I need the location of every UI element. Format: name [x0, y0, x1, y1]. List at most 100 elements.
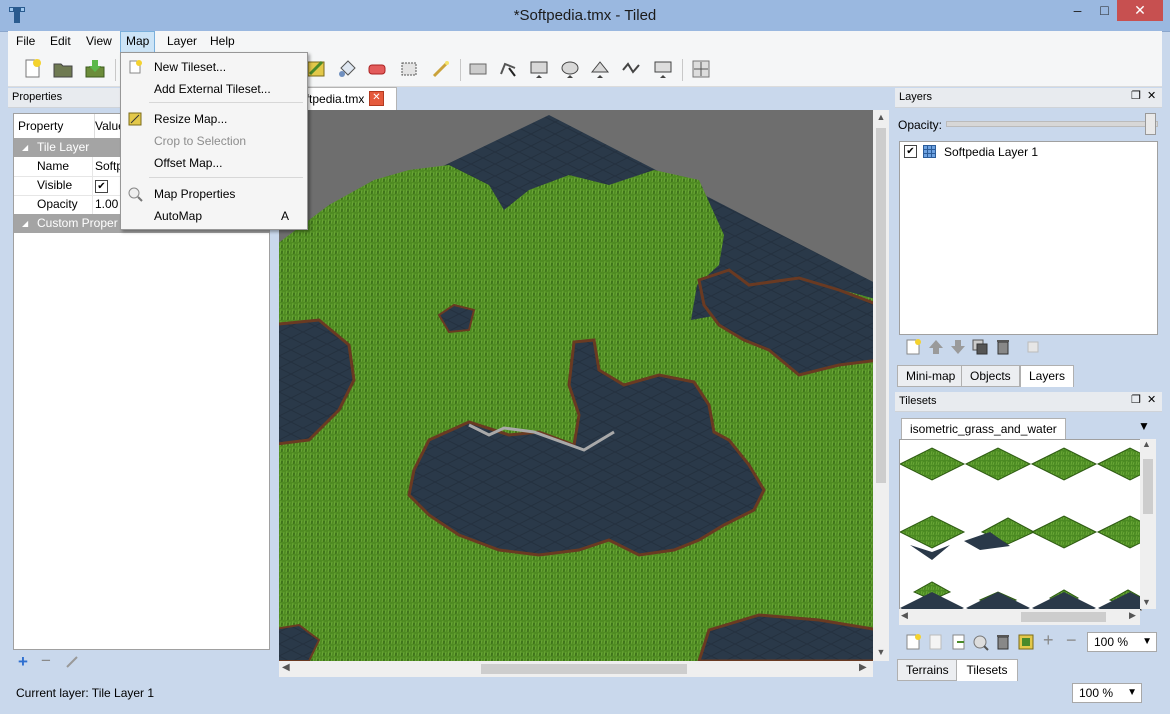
layers-header: Layers ❐ ✕	[895, 88, 1162, 108]
layer-visible-checkbox[interactable]: ✔	[904, 145, 917, 158]
new-file-icon[interactable]	[22, 58, 44, 80]
tileset-properties-icon[interactable]	[971, 633, 989, 651]
title-bar: *Softpedia.tmx - Tiled – □ ✕	[0, 0, 1170, 32]
properties-toolbar: + −	[8, 650, 275, 674]
insert-polyline-icon[interactable]	[620, 58, 642, 80]
rename-property-icon[interactable]	[65, 655, 79, 669]
visible-checkbox[interactable]: ✔	[95, 180, 108, 193]
tileset-horizontal-scrollbar[interactable]: ◀ ▶	[899, 609, 1140, 625]
tile-layer-icon	[923, 145, 936, 158]
tilesets-title: Tilesets	[899, 395, 937, 407]
tab-tilesets[interactable]: Tilesets	[956, 659, 1018, 681]
tileset-zoom-select[interactable]: 100 % ▼	[1087, 632, 1157, 652]
layers-float-icon[interactable]: ❐	[1131, 89, 1141, 102]
tileset-list-dropdown-icon[interactable]: ▼	[1138, 419, 1150, 433]
close-button[interactable]: ✕	[1117, 0, 1163, 21]
magic-wand-icon[interactable]	[430, 58, 452, 80]
edit-polygons-icon[interactable]	[497, 58, 519, 80]
status-bar: Current layer: Tile Layer 1	[8, 680, 888, 708]
save-icon[interactable]	[84, 58, 106, 80]
tileset-tiles	[900, 447, 1141, 610]
layers-close-icon[interactable]: ✕	[1147, 89, 1156, 102]
add-property-icon[interactable]: +	[18, 652, 28, 672]
tab-layers[interactable]: Layers	[1020, 365, 1075, 387]
insert-ellipse-icon[interactable]	[559, 58, 581, 80]
eraser-icon[interactable]	[366, 58, 388, 80]
delete-layer-icon[interactable]	[994, 338, 1012, 356]
layer-properties-icon[interactable]	[1024, 338, 1042, 356]
add-layer-icon[interactable]	[904, 338, 922, 356]
menu-item-add-external-tileset[interactable]: Add External Tileset...	[121, 78, 307, 100]
open-folder-icon[interactable]	[52, 58, 74, 80]
zoom-out-icon[interactable]: −	[1066, 630, 1077, 651]
minimize-button[interactable]: –	[1064, 0, 1091, 21]
menu-item-map-properties[interactable]: Map Properties	[121, 183, 307, 205]
vertical-scroll-thumb[interactable]	[876, 128, 886, 483]
insert-rectangle-icon[interactable]	[528, 58, 550, 80]
select-objects-icon[interactable]	[467, 58, 489, 80]
col-property[interactable]: Property	[18, 114, 63, 138]
menu-file[interactable]: File	[11, 31, 40, 52]
opacity-slider-track[interactable]	[946, 121, 1158, 127]
layer-name: Softpedia Layer 1	[944, 145, 1039, 159]
menu-bar: File Edit View Map Layer Help	[8, 31, 1162, 54]
new-tileset-icon[interactable]	[904, 633, 922, 651]
layers-title: Layers	[899, 91, 933, 103]
tilesets-close-icon[interactable]: ✕	[1147, 393, 1156, 406]
center-view-icon[interactable]	[690, 58, 712, 80]
map-vertical-scrollbar[interactable]: ▲ ▼	[873, 110, 889, 661]
layer-row[interactable]: ✔ Softpedia Layer 1	[900, 142, 1157, 162]
menu-item-resize-map[interactable]: Resize Map...	[121, 108, 307, 130]
menu-item-offset-map[interactable]: Offset Map...	[121, 152, 307, 174]
opacity-label: Opacity:	[898, 118, 943, 132]
menu-map[interactable]: Map	[120, 31, 156, 54]
menu-edit[interactable]: Edit	[45, 31, 76, 52]
menu-item-automap[interactable]: AutoMap A	[121, 205, 307, 227]
menu-item-new-tileset[interactable]: New Tileset...	[121, 56, 307, 78]
map-menu-dropdown: New Tileset... Add External Tileset... R…	[120, 52, 308, 230]
current-layer-status: Current layer: Tile Layer 1	[16, 686, 155, 700]
export-tileset-icon[interactable]	[949, 633, 967, 651]
menu-layer[interactable]: Layer	[162, 31, 202, 52]
bucket-fill-icon[interactable]	[336, 58, 358, 80]
new-tileset-icon	[129, 60, 142, 74]
lower-layer-icon[interactable]	[949, 338, 967, 356]
window-title: *Softpedia.tmx - Tiled	[513, 7, 657, 24]
tileset-vertical-scrollbar[interactable]: ▲ ▼	[1140, 439, 1156, 609]
tileset-view[interactable]	[899, 439, 1142, 611]
automap-shortcut: A	[280, 209, 289, 223]
isometric-map	[279, 110, 873, 661]
maximize-button[interactable]: □	[1091, 0, 1118, 21]
map-canvas[interactable]	[279, 110, 873, 661]
insert-polygon-icon[interactable]	[589, 58, 611, 80]
document-tab-label: oftpedia.tmx	[299, 92, 365, 106]
map-horizontal-scrollbar[interactable]: ◀ ▶	[279, 661, 873, 677]
map-zoom-select[interactable]: 100 % ▼	[1072, 683, 1142, 703]
tileset-hscroll-thumb[interactable]	[1021, 612, 1106, 622]
horizontal-scroll-thumb[interactable]	[481, 664, 687, 674]
tilesets-header: Tilesets ❐ ✕	[895, 392, 1162, 412]
opacity-slider-thumb[interactable]	[1145, 113, 1156, 135]
tileset-scroll-thumb[interactable]	[1143, 459, 1153, 514]
menu-help[interactable]: Help	[205, 31, 240, 52]
tab-terrains[interactable]: Terrains	[897, 659, 958, 681]
insert-tile-icon[interactable]	[652, 58, 674, 80]
tab-mini-map[interactable]: Mini-map	[897, 365, 965, 387]
tilesets-float-icon[interactable]: ❐	[1131, 393, 1141, 406]
tab-objects[interactable]: Objects	[961, 365, 1020, 387]
terrain-brush-icon[interactable]	[305, 58, 327, 80]
menu-view[interactable]: View	[81, 31, 117, 52]
duplicate-layer-icon[interactable]	[971, 338, 989, 356]
import-tileset-icon[interactable]	[926, 633, 944, 651]
map-properties-icon	[128, 187, 143, 202]
edit-terrain-icon[interactable]	[1017, 633, 1035, 651]
remove-property-icon[interactable]: −	[41, 651, 51, 671]
properties-title: Properties	[12, 91, 63, 103]
remove-tileset-icon[interactable]	[994, 633, 1012, 651]
raise-layer-icon[interactable]	[927, 338, 945, 356]
layers-list: ✔ Softpedia Layer 1	[899, 141, 1158, 335]
rect-select-icon[interactable]	[398, 58, 420, 80]
close-tab-icon[interactable]: ✕	[369, 91, 384, 106]
tileset-tab[interactable]: isometric_grass_and_water	[901, 418, 1066, 439]
zoom-in-icon[interactable]: +	[1043, 630, 1054, 651]
